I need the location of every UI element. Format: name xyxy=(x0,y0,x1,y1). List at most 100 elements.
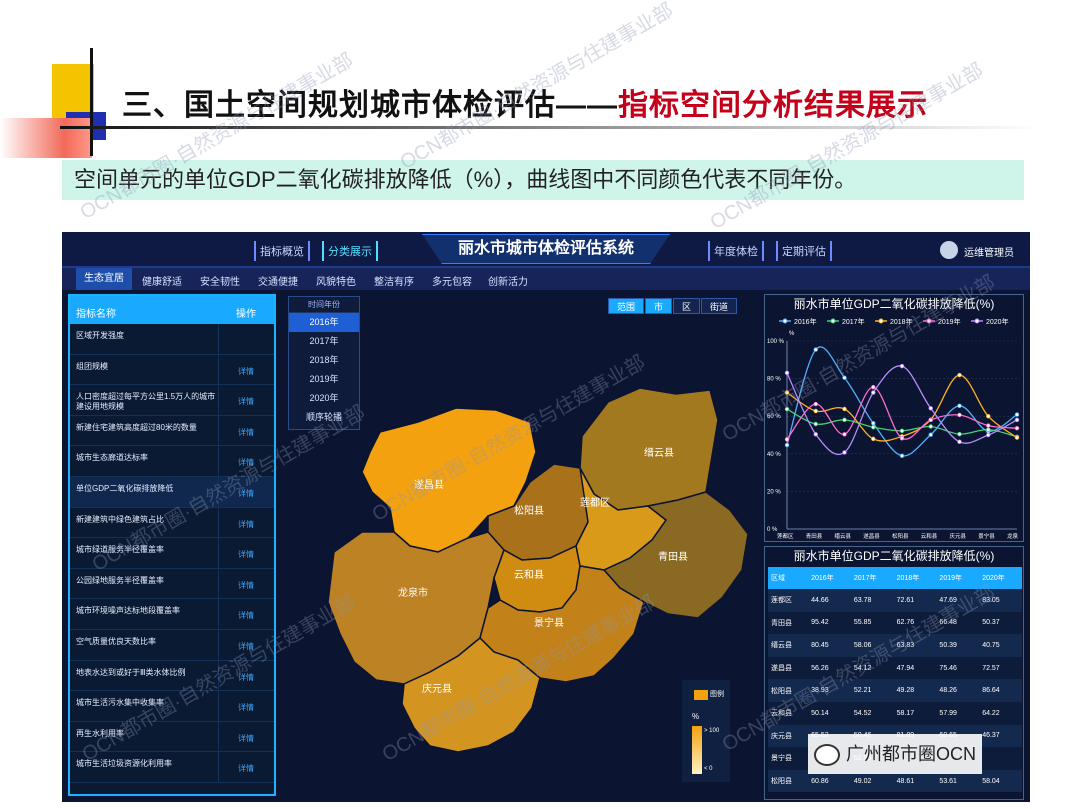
data-point xyxy=(1014,412,1020,417)
table-cell: 松阳县 xyxy=(768,769,809,793)
year-option[interactable]: 2017年 xyxy=(289,332,359,351)
indicator-name: 城市生态廊道达标率 xyxy=(76,453,148,463)
tab-annual-check[interactable]: 年度体检 xyxy=(708,241,764,261)
filter-street-button[interactable]: 街道 xyxy=(701,298,738,314)
data-point xyxy=(842,375,847,380)
legend-title: 图例 xyxy=(710,691,724,698)
nav-item-order[interactable]: 整洁有序 xyxy=(374,273,414,288)
nav-item-ecology[interactable]: 生态宜居 xyxy=(76,268,132,290)
indicator-row[interactable]: 再生水利用率详情 xyxy=(70,721,274,753)
indicator-detail-link[interactable]: 详情 xyxy=(238,488,254,499)
indicator-row[interactable]: 地表水达到或好于Ⅲ类水体比例详情 xyxy=(70,660,274,692)
table-cell: 57.99 xyxy=(936,701,980,725)
data-point xyxy=(871,425,876,430)
user-avatar-icon[interactable] xyxy=(940,241,958,259)
col-operation: 操作 xyxy=(236,309,256,320)
indicator-row[interactable]: 单位GDP二氧化碳排放降低 详情 xyxy=(70,476,274,508)
data-point xyxy=(871,390,876,395)
indicator-row[interactable]: 城市生活污水集中收集率 详情 xyxy=(70,691,274,722)
x-tick-label: 景宁县 xyxy=(978,532,995,540)
row-divider xyxy=(218,599,219,629)
indicator-row[interactable]: 城市生活垃圾资源化利用率 详情 xyxy=(70,752,274,783)
table-cell: 44.66 xyxy=(808,589,851,612)
legend-label: 2020年 xyxy=(986,317,1009,326)
table-cell: 66.48 xyxy=(936,611,980,635)
indicator-row[interactable]: 城市环境噪声达标地段覆盖率 详情 xyxy=(70,599,274,630)
table-cell: 63.78 xyxy=(850,589,894,612)
map-label-庆元县: 庆元县 xyxy=(422,682,452,695)
table-header-cell: 2020年 xyxy=(979,567,1022,589)
row-divider xyxy=(218,415,219,446)
tab-indicator-overview[interactable]: 指标概览 xyxy=(254,241,310,261)
table-cell: 58.17 xyxy=(893,701,937,725)
nav-item-traffic[interactable]: 交通便捷 xyxy=(258,273,298,288)
table-cell: 54.12 xyxy=(850,656,894,680)
indicator-detail-link[interactable]: 详情 xyxy=(238,549,254,560)
year-option[interactable]: 2016年 xyxy=(289,313,359,332)
tab-category-display[interactable]: 分类展示 xyxy=(322,241,378,261)
map-label-景宁县: 景宁县 xyxy=(534,616,564,629)
filter-district-button[interactable]: 区 xyxy=(673,298,701,314)
deco-vertical-line xyxy=(90,48,93,156)
indicator-row[interactable]: 新建住宅建筑高度超过80米的数量 详情 xyxy=(70,415,274,447)
indicator-list-header: 指标名称 操作 xyxy=(70,296,274,324)
category-nav: 生态宜居 健康舒适 安全韧性 交通便捷 风貌特色 整洁有序 多元包容 创新活力 xyxy=(62,268,1030,290)
legend-gradient-bar xyxy=(692,726,702,774)
table-cell: 47.94 xyxy=(893,656,937,680)
table-cell: 青田县 xyxy=(768,611,809,635)
indicator-row[interactable]: 空气质量优良天数比率详情 xyxy=(70,629,274,661)
row-divider xyxy=(218,629,219,660)
user-name[interactable]: 运维管理员 xyxy=(964,244,1014,259)
table-cell: 62.76 xyxy=(893,611,937,635)
wechat-badge: 广州都市圈OCN xyxy=(808,734,982,774)
series-line xyxy=(786,365,1018,456)
indicator-detail-link[interactable]: 详情 xyxy=(238,396,254,407)
col-indicator-name: 指标名称 xyxy=(76,309,116,320)
indicator-row[interactable]: 城市生态廊道达标率 详情 xyxy=(70,446,274,477)
nav-item-inclusion[interactable]: 多元包容 xyxy=(432,273,472,288)
x-tick-label: 松阳县 xyxy=(892,532,909,540)
indicator-name: 空气质量优良天数比率 xyxy=(76,636,156,646)
tab-periodic-review[interactable]: 定期评估 xyxy=(776,241,832,261)
nav-item-style[interactable]: 风貌特色 xyxy=(316,273,356,288)
x-tick-label: 云和县 xyxy=(921,532,938,540)
line-chart-panel: 丽水市单位GDP二氧化碳排放降低(%) 2016年 2017年 2018年 2019年… xyxy=(764,294,1024,542)
nav-item-safety[interactable]: 安全韧性 xyxy=(200,273,240,288)
indicator-row[interactable]: 城市绿道服务半径覆盖率 详情 xyxy=(70,538,274,569)
nav-item-health[interactable]: 健康舒适 xyxy=(142,273,182,288)
table-cell: 庆元县 xyxy=(768,724,809,748)
filter-city-button[interactable]: 市 xyxy=(645,298,673,314)
indicator-detail-link[interactable]: 详情 xyxy=(238,641,254,652)
indicator-row[interactable]: 区域开发强度 xyxy=(70,324,274,355)
indicator-row[interactable]: 公园绿地服务半径覆盖率 详情 xyxy=(70,568,274,600)
indicator-name: 再生水利用率 xyxy=(76,728,124,738)
table-header-cell: 2018年 xyxy=(893,567,937,589)
y-tick-label: 0 % xyxy=(767,527,778,533)
system-title: 丽水市城市体检评估系统 xyxy=(422,234,670,264)
map-label-龙泉市: 龙泉市 xyxy=(398,586,428,599)
indicator-detail-link[interactable]: 详情 xyxy=(238,610,254,621)
indicator-row[interactable]: 新建建筑中绿色建筑占比 详情 xyxy=(70,507,274,539)
table-cell: 72.57 xyxy=(979,656,1022,680)
nav-item-innovation[interactable]: 创新活力 xyxy=(488,273,528,288)
data-point xyxy=(986,413,991,419)
table-cell: 46.37 xyxy=(979,724,1022,748)
table-header-cell: 2019年 xyxy=(936,567,980,589)
year-option[interactable]: 2018年 xyxy=(289,351,359,370)
indicator-name: 人口密度超过每平方公里1.5万人的城市建设用地规模 xyxy=(76,392,216,412)
indicator-detail-link[interactable]: 详情 xyxy=(238,366,254,377)
indicator-detail-link[interactable]: 详情 xyxy=(238,763,254,774)
indicator-row[interactable]: 组团规模 详情 xyxy=(70,354,274,386)
indicator-detail-link[interactable]: 详情 xyxy=(238,580,254,591)
indicator-name: 地表水达到或好于Ⅲ类水体比例 xyxy=(76,667,186,677)
data-point xyxy=(928,417,933,423)
table-cell: 38.93 xyxy=(808,679,851,702)
indicator-detail-link[interactable]: 详情 xyxy=(238,702,254,713)
indicator-detail-link[interactable]: 详情 xyxy=(238,733,254,744)
table-cell: 景宁县 xyxy=(768,747,809,770)
indicator-detail-link[interactable]: 详情 xyxy=(238,672,254,683)
indicator-detail-link[interactable]: 详情 xyxy=(238,427,254,438)
indicator-detail-link[interactable]: 详情 xyxy=(238,519,254,530)
indicator-row[interactable]: 人口密度超过每平方公里1.5万人的城市建设用地规模 详情 xyxy=(70,385,274,416)
indicator-detail-link[interactable]: 详情 xyxy=(238,457,254,468)
